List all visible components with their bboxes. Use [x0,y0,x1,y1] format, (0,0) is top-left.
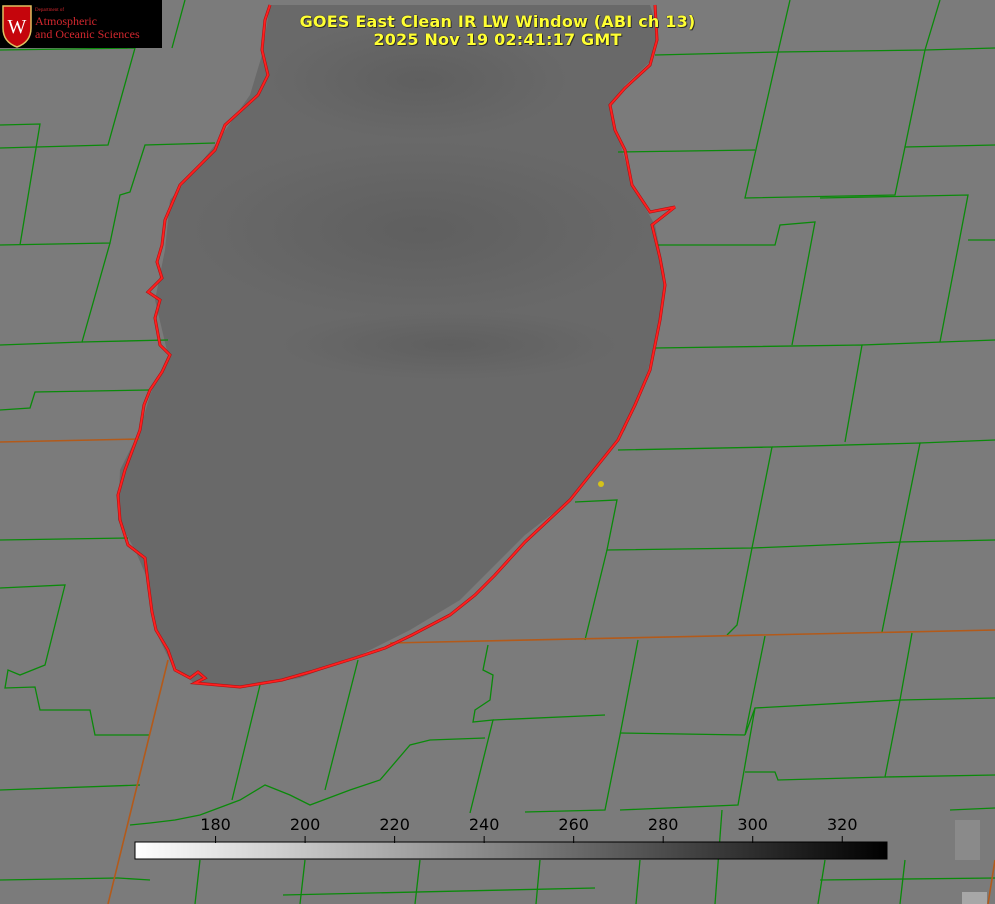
colorbar-tick-label: 240 [468,815,500,834]
colorbar-tick-label: 320 [826,815,858,834]
colorbar-tick-label: 220 [379,815,410,834]
map-layer [0,0,995,904]
image-timestamp: 2025 Nov 19 02:41:17 GMT [373,30,622,49]
colorbar-tick-label: 180 [200,815,231,834]
image-title: GOES East Clean IR LW Window (ABI ch 13) [299,12,696,31]
colorbar-tick-label: 200 [289,815,321,834]
satellite-image: W Department of Atmospheric and Oceanic … [0,0,995,904]
location-marker [598,481,604,487]
colorbar-tick-label: 260 [558,815,589,834]
colorbar-tick-label: 300 [737,815,768,834]
colorbar-tick-label: 280 [647,815,679,834]
colorbar [134,836,888,860]
